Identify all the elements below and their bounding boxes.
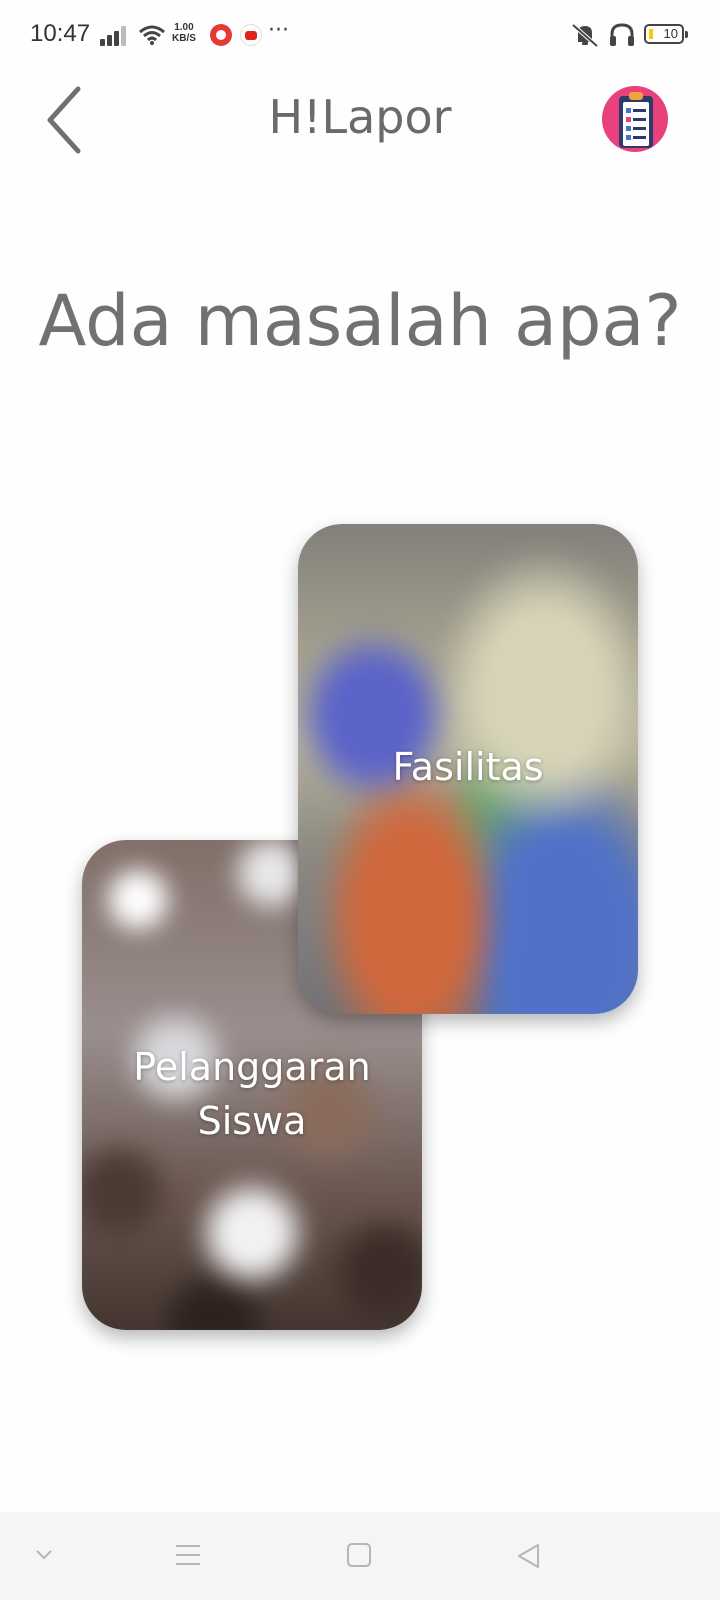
status-bar: 10:47 1.00 KB/S ··· 10 — [0, 0, 720, 70]
status-time: 10:47 — [30, 20, 91, 47]
card-fasilitas[interactable]: Fasilitas — [298, 524, 638, 1014]
signal-icon — [100, 24, 128, 46]
battery-icon: 10 — [644, 24, 688, 44]
collapse-icon[interactable] — [34, 1548, 54, 1562]
network-speed-value: 1.00 — [174, 22, 194, 33]
question-heading: Ada masalah apa? — [38, 280, 682, 362]
notification-app-icon — [210, 24, 232, 46]
menu-icon[interactable] — [174, 1542, 202, 1568]
back-icon[interactable] — [516, 1542, 542, 1570]
wifi-icon — [139, 25, 165, 45]
system-nav-bar — [0, 1512, 720, 1600]
more-notifications-icon: ··· — [268, 18, 289, 43]
clipboard-checklist-icon — [619, 92, 653, 148]
headset-icon — [610, 23, 634, 46]
vibrate-off-icon — [571, 23, 599, 48]
youtube-notification-icon — [240, 24, 262, 46]
network-speed: 1.00 KB/S — [172, 22, 196, 44]
network-speed-unit: KB/S — [172, 33, 196, 44]
report-button[interactable] — [602, 86, 668, 152]
card-label-fasilitas: Fasilitas — [392, 745, 544, 789]
home-icon[interactable] — [346, 1542, 372, 1568]
card-label-pelanggaran-siswa: Pelanggaran Siswa — [133, 1045, 371, 1143]
